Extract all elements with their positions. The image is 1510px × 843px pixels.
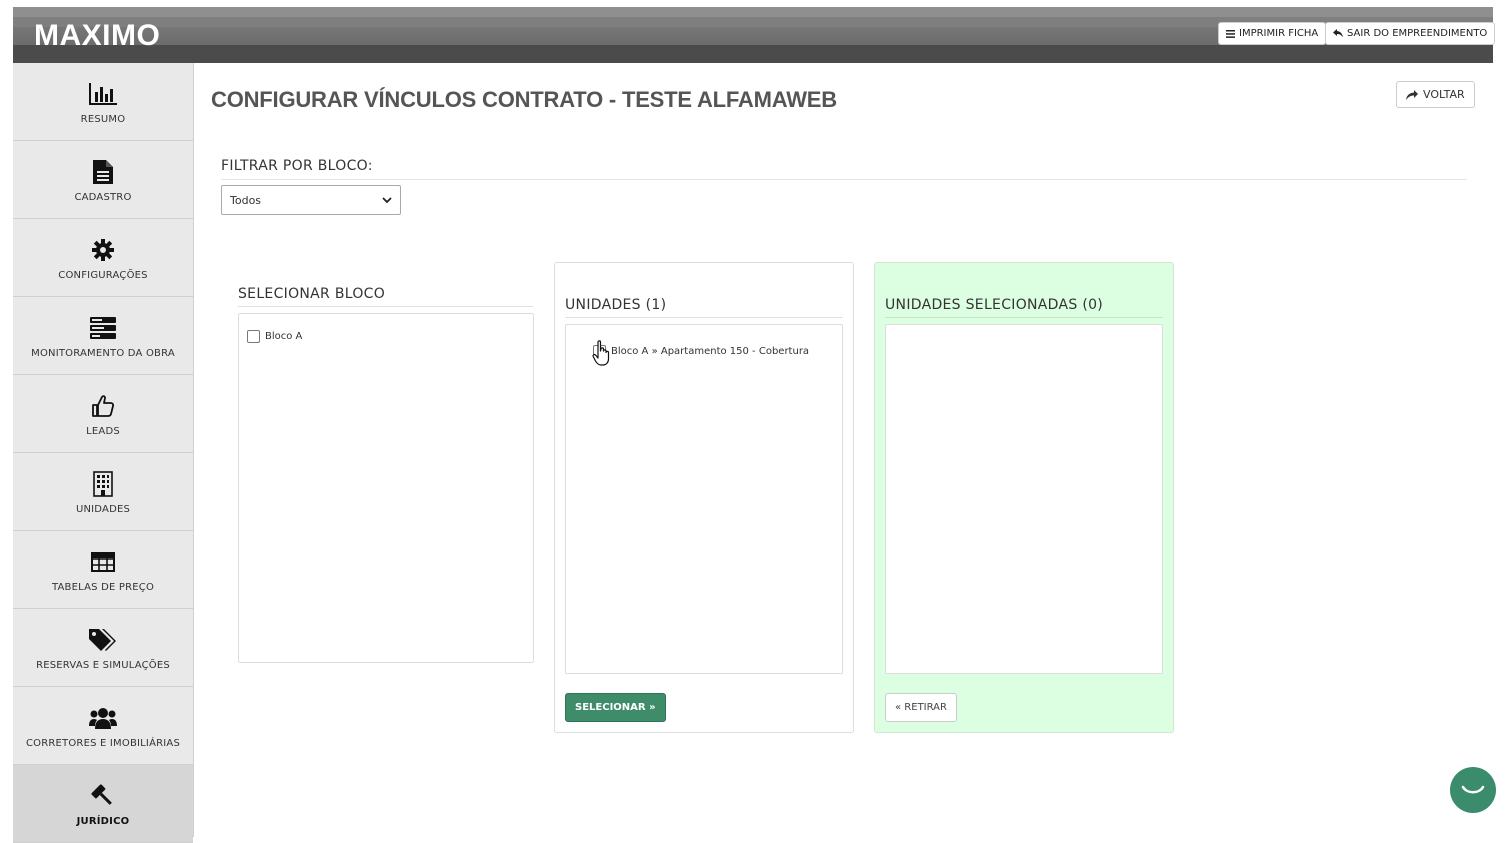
- sidebar-item-label: CADASTRO: [74, 192, 132, 203]
- sidebar-item-cadastro[interactable]: CADASTRO: [13, 141, 193, 219]
- exit-project-button[interactable]: SAIR DO EMPREENDIMENTO: [1325, 22, 1496, 45]
- server-stack-icon: [89, 314, 117, 342]
- select-button[interactable]: SELECIONAR »: [565, 693, 666, 722]
- sidebar-item-juridico[interactable]: JURÍDICO: [13, 765, 193, 843]
- sidebar-item-unidades[interactable]: UNIDADES: [13, 453, 193, 531]
- back-button[interactable]: VOLTAR: [1396, 81, 1475, 108]
- thumbs-up-icon: [89, 392, 117, 420]
- sidebar-item-tabelas[interactable]: TABELAS DE PREÇO: [13, 531, 193, 609]
- sidebar-item-label: MONITORAMENTO DA OBRA: [31, 348, 175, 359]
- chat-icon: [1461, 785, 1485, 794]
- bar-chart-icon: [89, 80, 117, 108]
- back-button-label: VOLTAR: [1423, 88, 1465, 101]
- unit-checkbox[interactable]: [593, 345, 606, 358]
- units-title: UNIDADES (1): [565, 297, 667, 313]
- share-arrow-icon: [1406, 89, 1418, 100]
- block-filter-select[interactable]: Todos: [221, 185, 401, 215]
- sidebar-item-reservas[interactable]: RESERVAS E SIMULAÇÕES: [13, 609, 193, 687]
- divider: [238, 306, 533, 307]
- sidebar-item-monitoramento[interactable]: MONITORAMENTO DA OBRA: [13, 297, 193, 375]
- list-icon: [1226, 29, 1235, 38]
- remove-button[interactable]: « RETIRAR: [885, 693, 957, 722]
- selected-units-title: UNIDADES SELECIONADAS (0): [885, 297, 1104, 313]
- sidebar-nav: RESUMO CADASTRO CONFIGURAÇÕES MONITORAME…: [13, 63, 194, 843]
- page-title: CONFIGURAR VÍNCULOS CONTRATO - TESTE ALF…: [211, 87, 837, 112]
- table-icon: [89, 548, 117, 576]
- tags-icon: [89, 626, 117, 654]
- sidebar-item-label: CORRETORES E IMOBILIÁRIAS: [25, 738, 181, 749]
- main-content: CONFIGURAR VÍNCULOS CONTRATO - TESTE ALF…: [194, 63, 1493, 837]
- unit-option[interactable]: Bloco A » Apartamento 150 - Cobertura: [593, 345, 809, 358]
- unit-option-label: Bloco A » Apartamento 150 - Cobertura: [611, 346, 810, 357]
- divider: [565, 317, 843, 318]
- selected-units-panel: UNIDADES SELECIONADAS (0) « RETIRAR: [874, 262, 1174, 733]
- chevron-down-icon: [382, 196, 392, 203]
- reply-icon: [1333, 29, 1343, 38]
- sidebar-item-label: TABELAS DE PREÇO: [51, 582, 155, 593]
- sidebar-item-corretores[interactable]: CORRETORES E IMOBILIÁRIAS: [13, 687, 193, 765]
- sidebar-item-resumo[interactable]: RESUMO: [13, 63, 193, 141]
- users-icon: [89, 704, 117, 732]
- block-checkbox[interactable]: [247, 330, 260, 343]
- block-option[interactable]: Bloco A: [247, 330, 302, 343]
- sidebar-item-label: RESERVAS E SIMULAÇÕES: [36, 660, 170, 671]
- sidebar-item-leads[interactable]: LEADS: [13, 375, 193, 453]
- filter-label: FILTRAR POR BLOCO:: [221, 158, 373, 174]
- print-sheet-label: IMPRIMIR FICHA: [1239, 28, 1319, 39]
- building-icon: [89, 470, 117, 498]
- document-icon: [89, 158, 117, 186]
- top-header: MAXIMO IMPRIMIR FICHA SAIR DO EMPREENDIM…: [13, 7, 1496, 63]
- units-panel: UNIDADES (1) Bloco A » Apartamento 150 -…: [554, 262, 854, 733]
- chat-widget-button[interactable]: [1450, 767, 1496, 813]
- block-list: Bloco A: [238, 313, 534, 663]
- gear-icon: [89, 236, 117, 264]
- select-block-title: SELECIONAR BLOCO: [238, 286, 386, 302]
- divider: [221, 179, 1467, 180]
- app-logo: MAXIMO: [34, 19, 161, 52]
- block-filter-value: Todos: [230, 193, 262, 207]
- selected-units-list: [885, 324, 1163, 674]
- divider: [885, 317, 1163, 318]
- sidebar-item-label: RESUMO: [80, 114, 126, 125]
- sidebar-item-label: JURÍDICO: [76, 816, 130, 827]
- block-option-label: Bloco A: [265, 331, 303, 342]
- sidebar-item-label: UNIDADES: [75, 504, 131, 515]
- exit-project-label: SAIR DO EMPREENDIMENTO: [1347, 28, 1488, 39]
- gavel-icon: [89, 782, 117, 810]
- print-sheet-button[interactable]: IMPRIMIR FICHA: [1218, 22, 1327, 45]
- sidebar-item-label: CONFIGURAÇÕES: [58, 270, 148, 281]
- sidebar-item-configuracoes[interactable]: CONFIGURAÇÕES: [13, 219, 193, 297]
- app-frame: MAXIMO IMPRIMIR FICHA SAIR DO EMPREENDIM…: [13, 7, 1496, 843]
- units-list: Bloco A » Apartamento 150 - Cobertura: [565, 324, 843, 674]
- sidebar-item-label: LEADS: [86, 426, 120, 437]
